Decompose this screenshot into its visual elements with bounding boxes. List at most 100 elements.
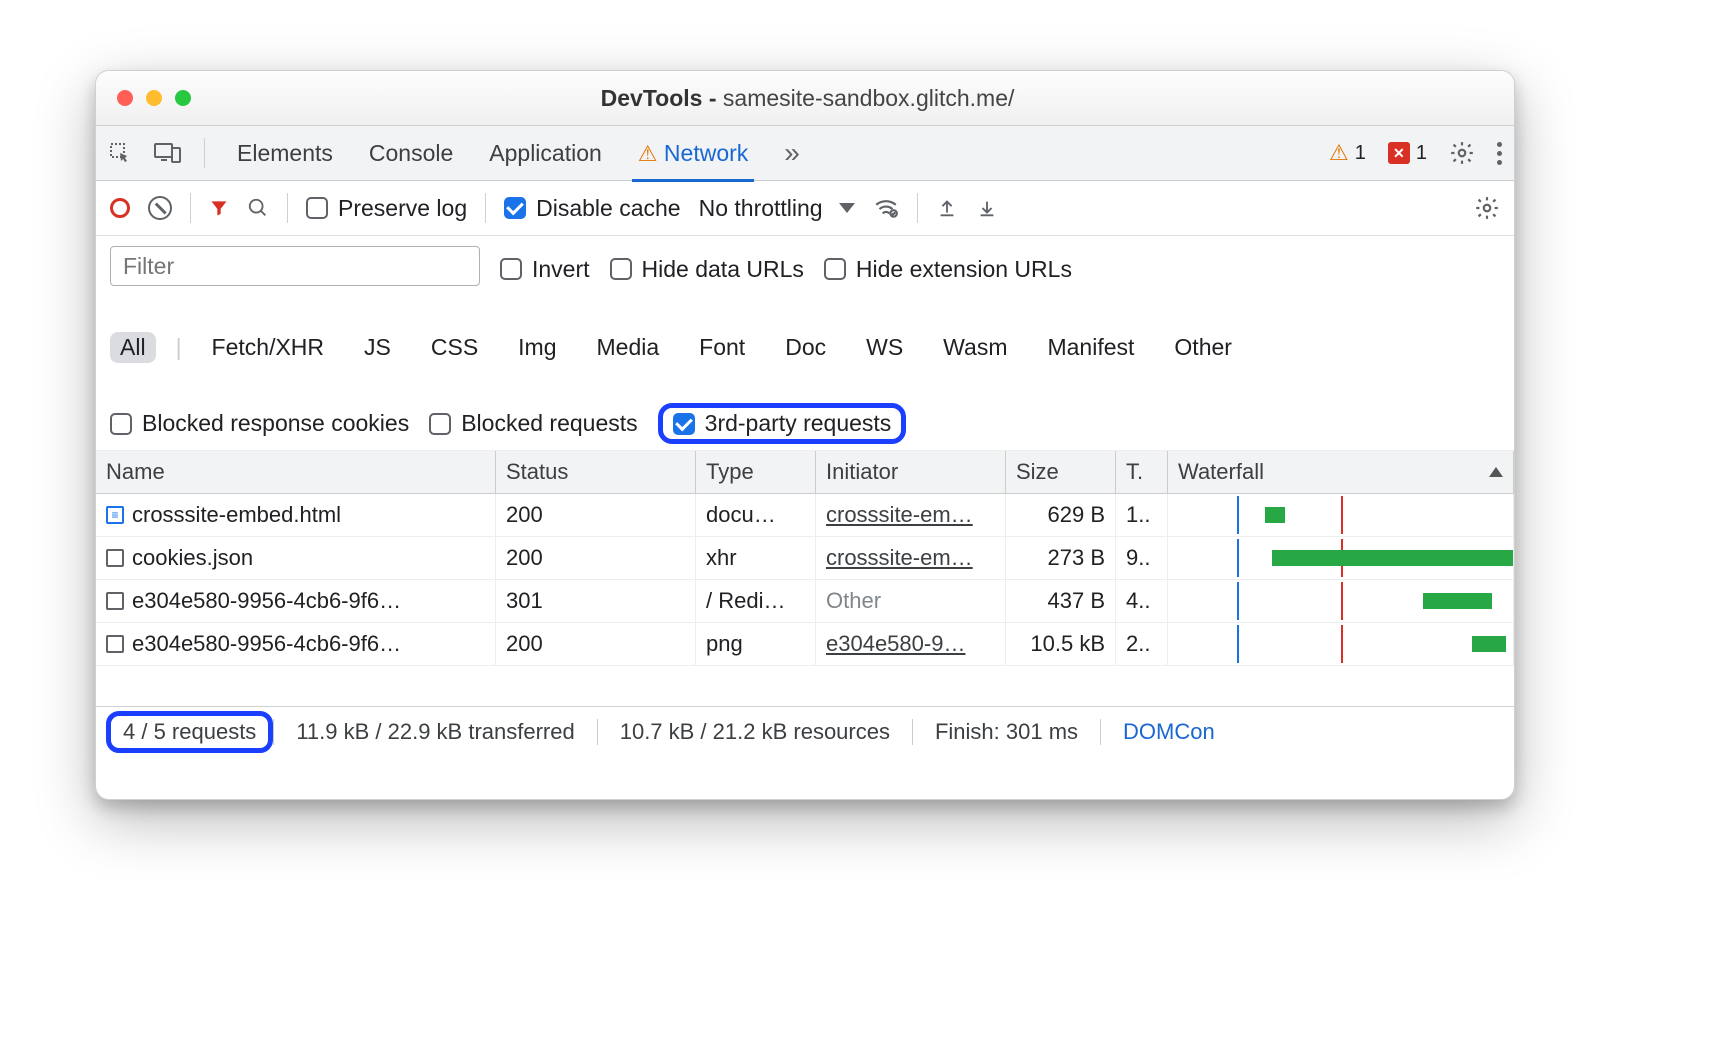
maximize-icon[interactable] bbox=[175, 90, 191, 106]
cell-type: xhr bbox=[696, 537, 816, 580]
tab-application[interactable]: Application bbox=[489, 140, 602, 167]
hide-extension-urls-checkbox[interactable]: Hide extension URLs bbox=[824, 256, 1072, 283]
type-media[interactable]: Media bbox=[587, 332, 670, 363]
separator bbox=[190, 193, 191, 223]
preserve-log-checkbox[interactable]: Preserve log bbox=[306, 195, 467, 222]
cell-waterfall bbox=[1168, 623, 1514, 666]
record-icon[interactable] bbox=[110, 198, 130, 218]
errors-badge[interactable]: ✕1 bbox=[1388, 142, 1427, 165]
titlebar: DevTools - samesite-sandbox.glitch.me/ bbox=[96, 71, 1514, 126]
transferred: 11.9 kB / 22.9 kB transferred bbox=[274, 719, 596, 745]
clear-icon[interactable] bbox=[148, 196, 172, 220]
download-har-icon[interactable] bbox=[976, 197, 998, 219]
search-icon[interactable] bbox=[247, 197, 269, 219]
dom-content: DOMCon bbox=[1101, 719, 1237, 745]
cell-size: 629 B bbox=[1006, 494, 1116, 537]
filter-icon[interactable] bbox=[209, 198, 229, 218]
tab-console[interactable]: Console bbox=[369, 140, 453, 167]
cell-status: 200 bbox=[496, 537, 696, 580]
type-font[interactable]: Font bbox=[689, 332, 755, 363]
type-other[interactable]: Other bbox=[1164, 332, 1242, 363]
resources: 10.7 kB / 21.2 kB resources bbox=[598, 719, 912, 745]
cell-initiator[interactable]: Other bbox=[816, 580, 1006, 623]
cell-initiator[interactable]: crosssite-em… bbox=[816, 537, 1006, 580]
sort-asc-icon bbox=[1489, 467, 1503, 477]
col-size[interactable]: Size bbox=[1006, 451, 1116, 494]
cell-waterfall bbox=[1168, 537, 1514, 580]
cell-time: 9.. bbox=[1116, 537, 1168, 580]
cell-name[interactable]: e304e580-9956-4cb6-9f6… bbox=[96, 580, 496, 623]
tabs: Elements Console Application ⚠ Network » bbox=[237, 137, 800, 169]
cell-time: 1.. bbox=[1116, 494, 1168, 537]
blocked-requests-checkbox[interactable]: Blocked requests bbox=[429, 410, 637, 437]
cell-size: 10.5 kB bbox=[1006, 623, 1116, 666]
more-tabs-icon[interactable]: » bbox=[784, 137, 800, 169]
cell-time: 4.. bbox=[1116, 580, 1168, 623]
cell-status: 301 bbox=[496, 580, 696, 623]
network-table: Name Status Type Initiator Size T. Water… bbox=[96, 451, 1514, 494]
cell-name[interactable]: ≡crosssite-embed.html bbox=[96, 494, 496, 537]
col-waterfall[interactable]: Waterfall bbox=[1168, 451, 1514, 494]
network-settings-icon[interactable] bbox=[1474, 195, 1500, 221]
cell-name[interactable]: e304e580-9956-4cb6-9f6… bbox=[96, 623, 496, 666]
upload-har-icon[interactable] bbox=[936, 197, 958, 219]
kebab-icon[interactable] bbox=[1497, 142, 1502, 165]
col-name[interactable]: Name bbox=[96, 451, 496, 494]
window-title: DevTools - samesite-sandbox.glitch.me/ bbox=[191, 85, 1424, 112]
type-js[interactable]: JS bbox=[354, 332, 401, 363]
warning-icon: ⚠ bbox=[1329, 140, 1349, 166]
cell-time: 2.. bbox=[1116, 623, 1168, 666]
type-doc[interactable]: Doc bbox=[775, 332, 836, 363]
hide-data-urls-checkbox[interactable]: Hide data URLs bbox=[610, 256, 804, 283]
third-party-checkbox[interactable]: 3rd-party requests bbox=[673, 410, 892, 437]
third-party-highlight: 3rd-party requests bbox=[658, 403, 907, 444]
type-img[interactable]: Img bbox=[508, 332, 566, 363]
col-time[interactable]: T. bbox=[1116, 451, 1168, 494]
cell-name[interactable]: cookies.json bbox=[96, 537, 496, 580]
invert-checkbox[interactable]: Invert bbox=[500, 256, 590, 283]
file-icon bbox=[106, 635, 124, 653]
blocked-cookies-checkbox[interactable]: Blocked response cookies bbox=[110, 410, 409, 437]
chevron-down-icon bbox=[839, 203, 855, 213]
filter-input[interactable] bbox=[110, 246, 480, 286]
close-icon[interactable] bbox=[117, 90, 133, 106]
separator bbox=[287, 193, 288, 223]
type-wasm[interactable]: Wasm bbox=[933, 332, 1017, 363]
col-status[interactable]: Status bbox=[496, 451, 696, 494]
devices-icon[interactable] bbox=[154, 141, 182, 165]
cell-waterfall bbox=[1168, 494, 1514, 537]
settings-icon[interactable] bbox=[1449, 140, 1475, 166]
type-manifest[interactable]: Manifest bbox=[1037, 332, 1144, 363]
network-table-body: ≡crosssite-embed.html200docu…crosssite-e… bbox=[96, 494, 1514, 666]
inspect-icon[interactable] bbox=[108, 141, 132, 165]
type-all[interactable]: All bbox=[110, 332, 156, 363]
type-ws[interactable]: WS bbox=[856, 332, 913, 363]
cell-type: docu… bbox=[696, 494, 816, 537]
finish-time: Finish: 301 ms bbox=[913, 719, 1100, 745]
requests-count: 4 / 5 requests bbox=[106, 711, 273, 753]
warnings-badge[interactable]: ⚠1 bbox=[1329, 140, 1366, 166]
network-conditions-icon[interactable] bbox=[873, 195, 899, 221]
col-type[interactable]: Type bbox=[696, 451, 816, 494]
file-icon bbox=[106, 592, 124, 610]
document-icon: ≡ bbox=[106, 506, 124, 524]
cell-type: png bbox=[696, 623, 816, 666]
cell-status: 200 bbox=[496, 494, 696, 537]
type-css[interactable]: CSS bbox=[421, 332, 488, 363]
tab-elements[interactable]: Elements bbox=[237, 140, 333, 167]
col-initiator[interactable]: Initiator bbox=[816, 451, 1006, 494]
devtools-window: DevTools - samesite-sandbox.glitch.me/ E… bbox=[95, 70, 1515, 800]
traffic-lights bbox=[117, 90, 191, 106]
warning-icon: ⚠ bbox=[638, 141, 658, 166]
main-tabbar: Elements Console Application ⚠ Network »… bbox=[96, 126, 1514, 181]
separator bbox=[204, 138, 205, 168]
cell-initiator[interactable]: e304e580-9… bbox=[816, 623, 1006, 666]
minimize-icon[interactable] bbox=[146, 90, 162, 106]
cell-initiator[interactable]: crosssite-em… bbox=[816, 494, 1006, 537]
tab-network[interactable]: ⚠ Network bbox=[638, 140, 748, 167]
disable-cache-checkbox[interactable]: Disable cache bbox=[504, 195, 680, 222]
throttling-select[interactable]: No throttling bbox=[699, 195, 855, 222]
type-fetch[interactable]: Fetch/XHR bbox=[202, 332, 334, 363]
cell-size: 273 B bbox=[1006, 537, 1116, 580]
filter-row: Invert Hide data URLs Hide extension URL… bbox=[96, 236, 1514, 451]
